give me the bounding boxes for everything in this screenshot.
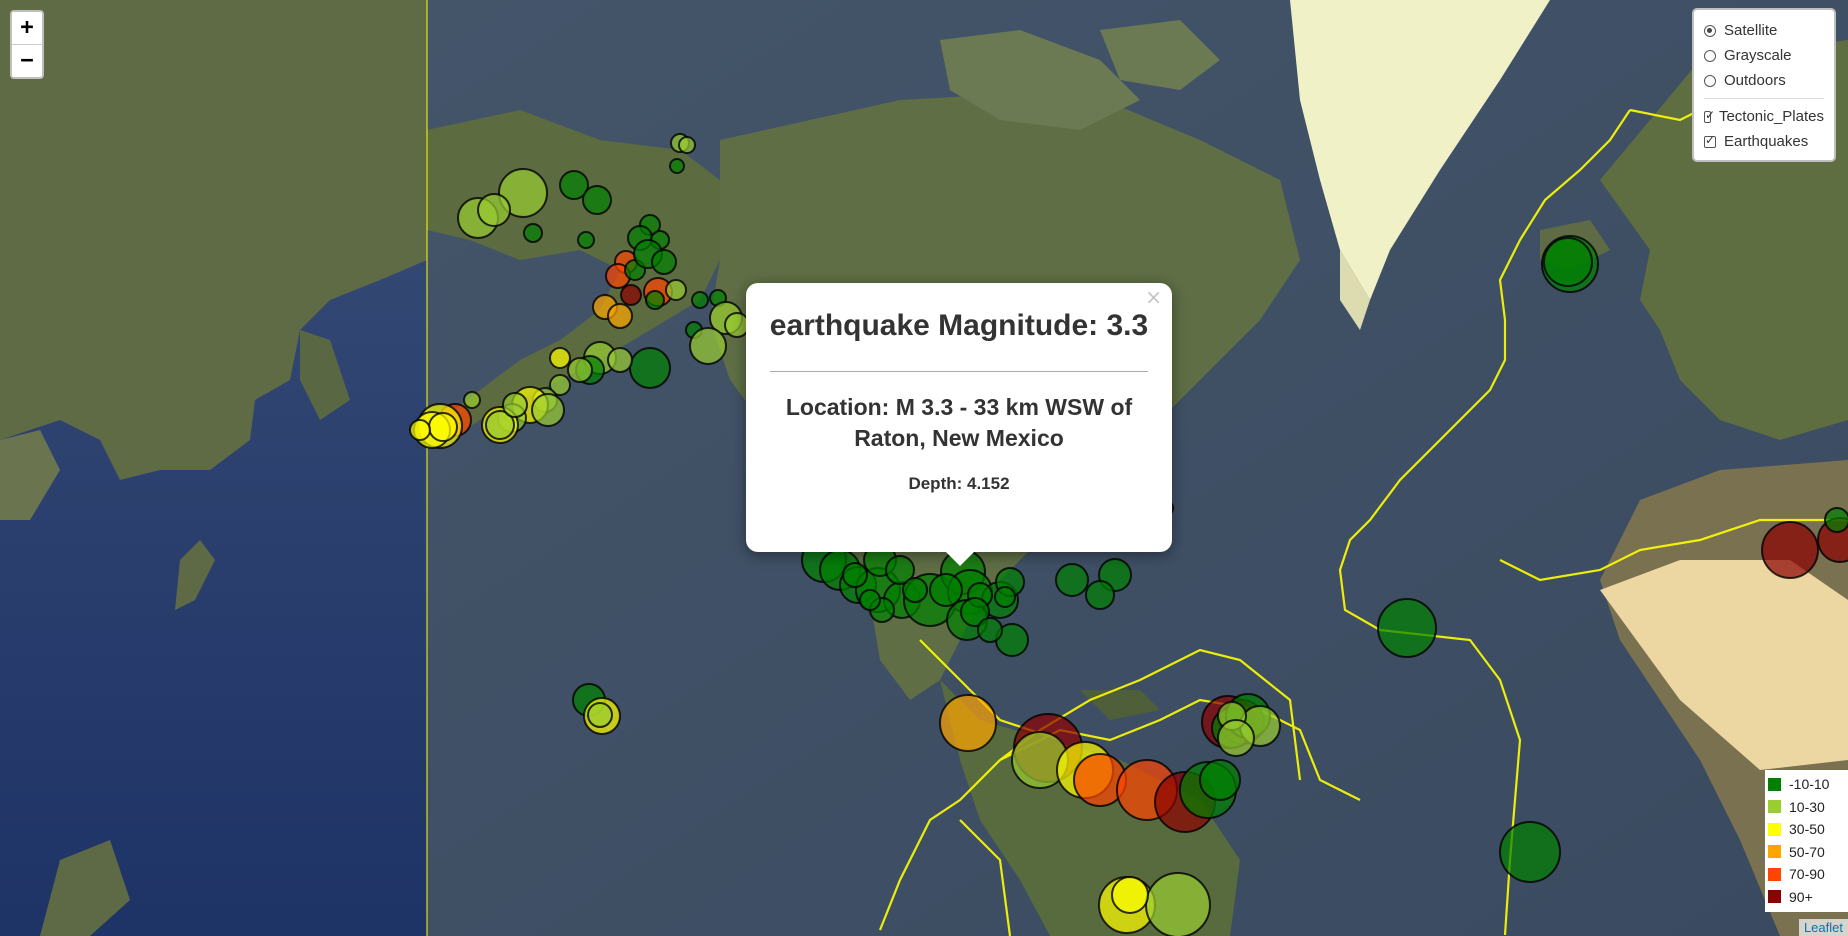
earthquake-marker[interactable] [1217, 719, 1255, 757]
zoom-in-button[interactable]: + [12, 12, 42, 44]
zoom-control: + − [10, 10, 44, 79]
checkbox-tectonic-plates[interactable] [1704, 108, 1715, 123]
overlay-earthquakes[interactable]: Earthquakes [1704, 129, 1824, 154]
earthquake-marker[interactable] [1145, 872, 1211, 936]
legend-swatch [1768, 777, 1781, 791]
earthquake-marker[interactable] [1111, 876, 1149, 914]
earthquake-marker[interactable] [549, 347, 571, 369]
radio-satellite[interactable] [1704, 24, 1716, 37]
popup-divider [770, 371, 1148, 372]
earthquake-marker[interactable] [1377, 598, 1437, 658]
popup-depth: Depth: 4.152 [908, 474, 1010, 493]
earthquake-marker[interactable] [929, 573, 963, 607]
legend-label: 90+ [1789, 888, 1813, 905]
earthquake-marker[interactable] [620, 284, 642, 306]
legend-row: 90+ [1768, 886, 1843, 909]
earthquake-marker[interactable] [1055, 563, 1089, 597]
earthquake-marker[interactable] [428, 412, 458, 442]
legend-row: 10-30 [1768, 796, 1843, 819]
earthquake-marker[interactable] [977, 617, 1003, 643]
legend-swatch [1768, 800, 1781, 814]
earthquake-marker[interactable] [607, 303, 633, 329]
legend-row: 30-50 [1768, 818, 1843, 841]
base-layer-label: Outdoors [1724, 72, 1786, 89]
legend-swatch [1768, 867, 1781, 881]
earthquake-marker[interactable] [859, 589, 881, 611]
earthquake-marker[interactable] [1824, 507, 1848, 533]
earthquake-marker[interactable] [1199, 759, 1241, 801]
earthquake-marker[interactable] [477, 193, 511, 227]
base-layer-grayscale[interactable]: Grayscale [1704, 43, 1824, 68]
earthquake-marker[interactable] [582, 185, 612, 215]
overlay-label: Tectonic_Plates [1718, 108, 1824, 125]
popup-close-button[interactable]: × [1145, 285, 1162, 309]
checkbox-earthquakes[interactable] [1704, 133, 1716, 148]
popup-tip [946, 552, 974, 566]
zoom-out-button[interactable]: − [12, 44, 42, 77]
earthquake-marker[interactable] [651, 249, 677, 275]
legend-row: 50-70 [1768, 841, 1843, 864]
earthquake-marker[interactable] [629, 347, 671, 389]
earthquake-marker[interactable] [902, 577, 928, 603]
legend-swatch [1768, 890, 1781, 904]
earthquake-marker[interactable] [607, 347, 633, 373]
earthquake-marker[interactable] [463, 391, 481, 409]
earthquake-marker[interactable] [645, 290, 665, 310]
layer-control: Satellite Grayscale Outdoors Tectonic_Pl… [1692, 8, 1836, 162]
earthquake-marker[interactable] [1499, 821, 1561, 883]
base-layer-outdoors[interactable]: Outdoors [1704, 68, 1824, 93]
earthquake-marker[interactable] [994, 586, 1016, 608]
base-layer-label: Grayscale [1724, 47, 1792, 64]
overlay-tectonic-plates[interactable]: Tectonic_Plates [1704, 104, 1824, 129]
earthquake-marker[interactable] [678, 136, 696, 154]
earthquake-popup: × earthquake Magnitude: 3.3 Location: M … [746, 283, 1172, 566]
earthquake-marker[interactable] [577, 231, 595, 249]
earthquake-marker[interactable] [502, 392, 528, 418]
legend-label: 10-30 [1789, 798, 1825, 815]
legend-swatch [1768, 845, 1781, 859]
earthquake-marker[interactable] [567, 357, 593, 383]
radio-grayscale[interactable] [1704, 49, 1716, 62]
base-layer-satellite[interactable]: Satellite [1704, 18, 1824, 43]
earthquake-marker[interactable] [523, 223, 543, 243]
legend-row: -10-10 [1768, 773, 1843, 796]
popup-location: Location: M 3.3 - 33 km WSW of Raton, Ne… [785, 394, 1133, 451]
earthquake-marker[interactable] [409, 419, 431, 441]
legend-swatch [1768, 822, 1781, 836]
radio-outdoors[interactable] [1704, 74, 1716, 87]
legend-label: 30-50 [1789, 821, 1825, 838]
earthquake-marker[interactable] [1761, 521, 1819, 579]
earthquake-marker[interactable] [1085, 580, 1115, 610]
earthquake-marker[interactable] [1543, 237, 1593, 287]
legend-label: 50-70 [1789, 843, 1825, 860]
earthquake-marker[interactable] [691, 291, 709, 309]
legend-label: 70-90 [1789, 866, 1825, 883]
base-layer-label: Satellite [1724, 22, 1778, 39]
legend-row: 70-90 [1768, 863, 1843, 886]
earthquake-marker[interactable] [689, 327, 727, 365]
attribution-link[interactable]: Leaflet [1798, 919, 1848, 936]
overlay-label: Earthquakes [1724, 133, 1809, 150]
earthquake-marker[interactable] [842, 562, 868, 588]
earthquake-marker[interactable] [587, 702, 613, 728]
earthquake-marker[interactable] [665, 279, 687, 301]
map-canvas[interactable]: + − Satellite Grayscale Outdoors Tectoni… [0, 0, 1848, 936]
depth-legend: -10-10 10-30 30-50 50-70 70-90 90+ [1765, 770, 1848, 912]
layer-separator [1704, 98, 1824, 99]
popup-title: earthquake Magnitude: 3.3 [769, 309, 1149, 342]
earthquake-marker[interactable] [939, 694, 997, 752]
earthquake-marker[interactable] [531, 393, 565, 427]
legend-label: -10-10 [1789, 776, 1830, 793]
earthquake-marker[interactable] [669, 158, 685, 174]
